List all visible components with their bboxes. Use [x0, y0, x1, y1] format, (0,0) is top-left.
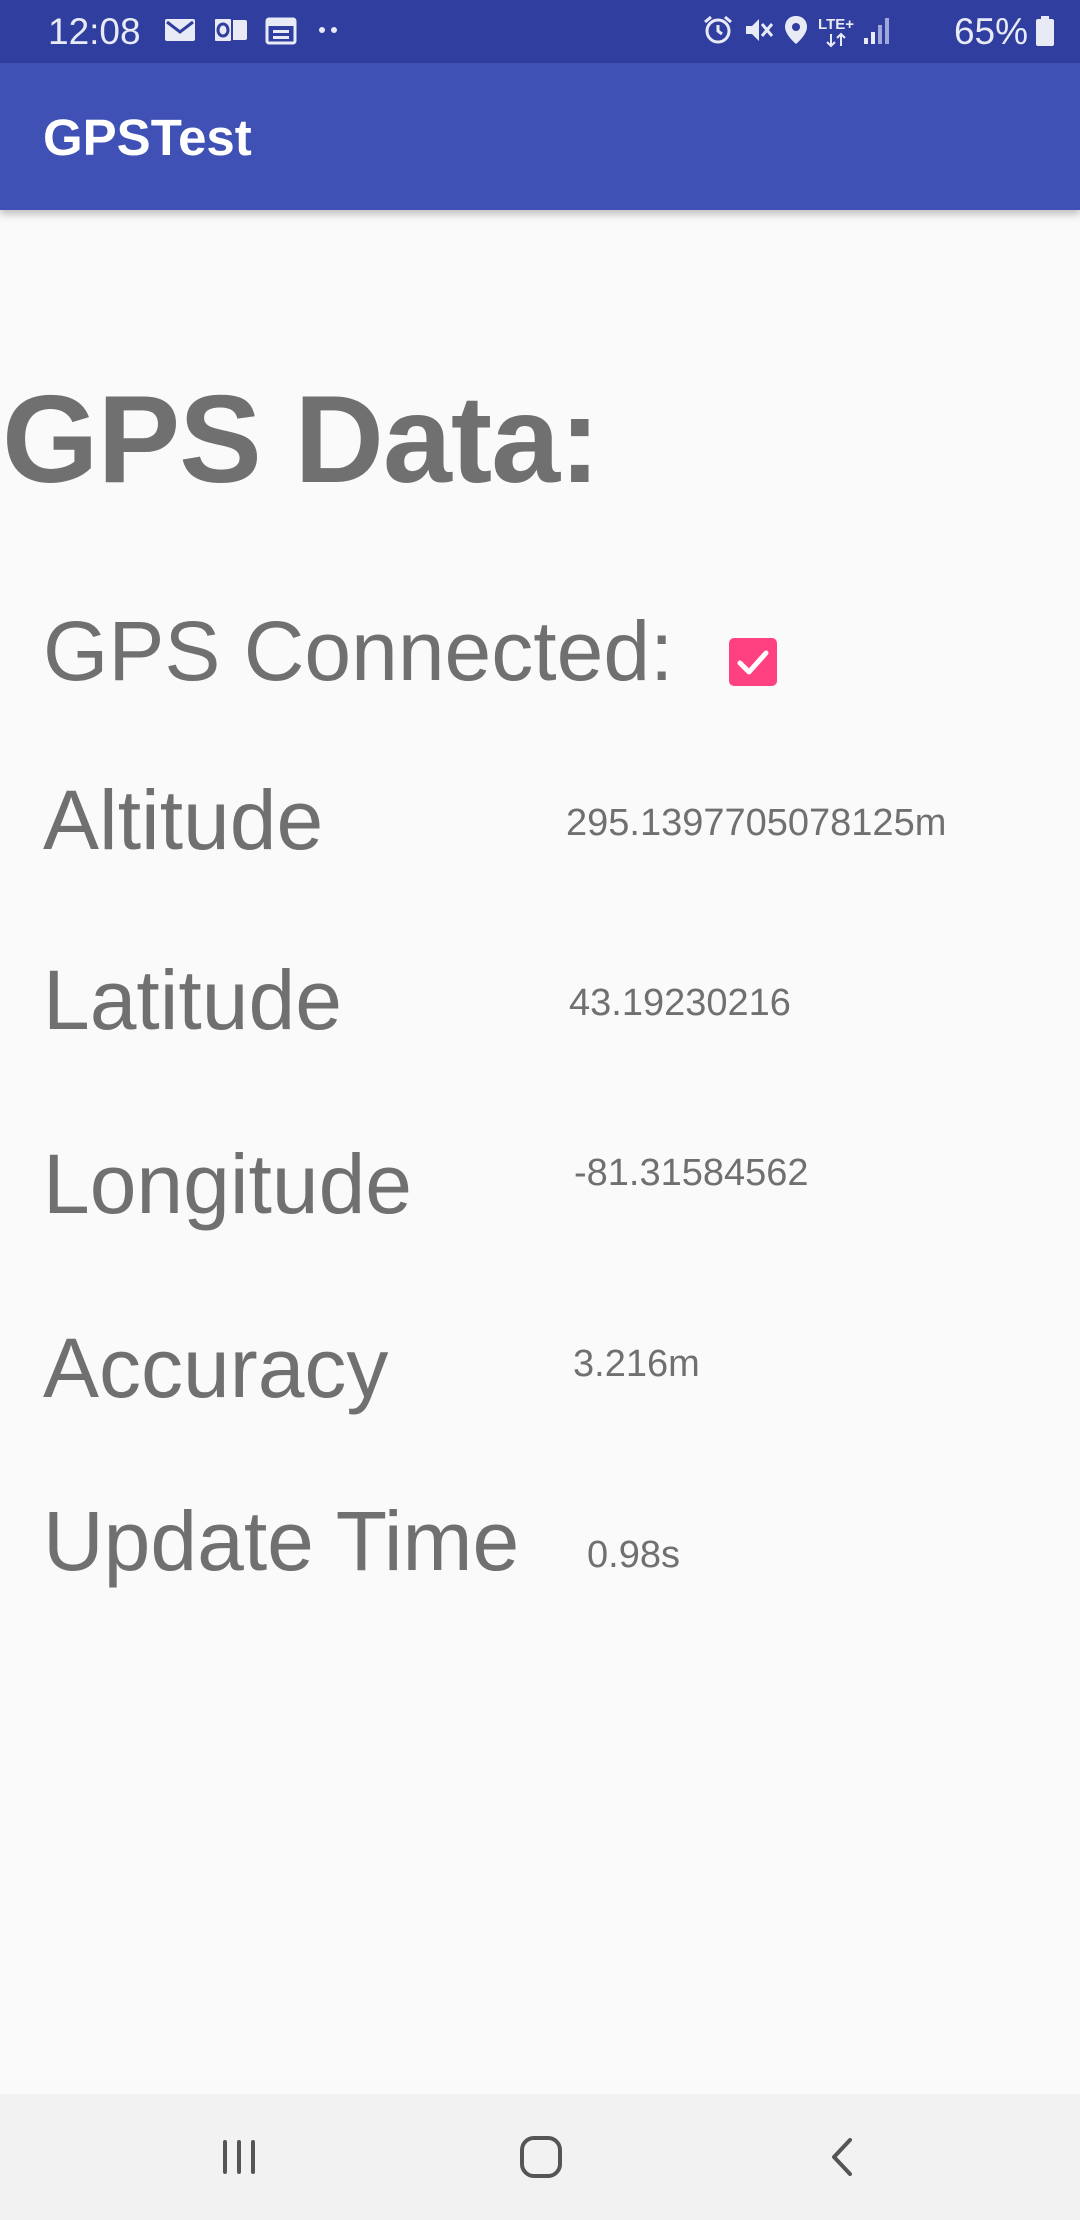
home-icon	[520, 2136, 562, 2178]
back-button[interactable]	[810, 2124, 876, 2190]
altitude-label: Altitude	[43, 773, 324, 867]
checkmark-icon	[737, 650, 769, 675]
accuracy-value: 3.216m	[573, 1343, 700, 1385]
app-title: GPSTest	[43, 109, 252, 166]
update-time-value: 0.98s	[587, 1534, 680, 1576]
latitude-label: Latitude	[43, 953, 342, 1047]
home-button[interactable]	[508, 2124, 574, 2190]
back-icon	[832, 2138, 852, 2176]
network-label: LTE+	[818, 15, 854, 33]
more-dots-icon	[313, 15, 343, 50]
cell-signal-icon	[862, 14, 892, 51]
app-bar: GPSTest	[0, 63, 1080, 210]
recent-apps-button[interactable]	[206, 2124, 272, 2190]
longitude-label: Longitude	[43, 1137, 413, 1231]
page-title: GPS Data:	[2, 371, 600, 509]
battery-percent: 65%	[953, 11, 1028, 52]
navigation-bar	[0, 2094, 1080, 2220]
altitude-value: 295.1397705078125m	[566, 802, 947, 844]
mute-icon	[742, 14, 774, 51]
calendar-icon	[265, 15, 297, 50]
update-time-label: Update Time	[43, 1494, 520, 1588]
notification-icons	[163, 14, 343, 50]
location-icon	[782, 14, 810, 51]
status-bar: 12:08 LTE+ 65%	[0, 0, 1080, 63]
alarm-icon	[702, 14, 734, 51]
gps-data-panel: GPS Data: GPS Connected: Altitude 295.13…	[0, 210, 1080, 2094]
outlook-icon	[213, 15, 249, 50]
longitude-value: -81.31584562	[574, 1152, 809, 1194]
system-icons: LTE+	[702, 12, 892, 52]
status-time: 12:08	[48, 11, 141, 52]
latitude-value: 43.19230216	[569, 982, 791, 1024]
recent-apps-icon	[223, 2140, 255, 2174]
gps-connected-checkbox[interactable]	[729, 638, 777, 686]
accuracy-label: Accuracy	[43, 1321, 389, 1415]
battery-icon	[1036, 16, 1054, 46]
gps-connected-label: GPS Connected:	[43, 604, 674, 698]
lte-signal-icon: LTE+	[818, 17, 854, 48]
gmail-icon	[163, 16, 197, 49]
